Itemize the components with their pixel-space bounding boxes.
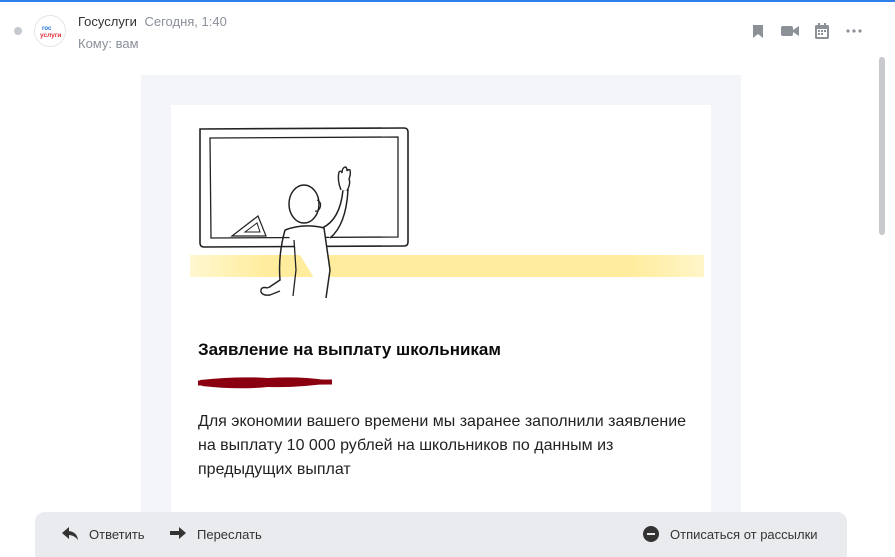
reply-button[interactable]: Ответить: [61, 525, 145, 543]
unread-indicator[interactable]: [14, 27, 22, 35]
forward-button[interactable]: Переслать: [169, 525, 262, 543]
reply-icon: [61, 525, 79, 543]
recipient-line: Кому: вам: [78, 36, 139, 51]
email-title: Заявление на выплату школьникам: [198, 340, 501, 359]
message-header: гос услуги Госуслуги Сегодня, 1:40 Кому:…: [0, 2, 895, 62]
redacted-recipient-name: [197, 374, 333, 392]
unsubscribe-label: Отписаться от рассылки: [670, 526, 818, 542]
forward-label: Переслать: [197, 526, 262, 542]
video-icon[interactable]: [781, 22, 799, 40]
sender-line: Госуслуги Сегодня, 1:40: [78, 14, 227, 29]
scrollbar-thumb[interactable]: [879, 57, 885, 235]
bookmark-icon[interactable]: [749, 22, 767, 40]
schoolboy-illustration: [190, 120, 706, 305]
unsubscribe-icon: [642, 525, 660, 543]
unsubscribe-button[interactable]: Отписаться от рассылки: [642, 525, 818, 543]
calendar-icon[interactable]: [813, 22, 831, 40]
reply-label: Ответить: [89, 526, 145, 542]
forward-icon: [169, 525, 187, 543]
sender-name[interactable]: Госуслуги: [78, 14, 137, 29]
sender-avatar: гос услуги: [34, 15, 66, 47]
header-actions: [749, 22, 863, 40]
message-date: Сегодня, 1:40: [144, 14, 227, 29]
reply-bar: Ответить Переслать Отписаться от рассылк…: [35, 512, 847, 557]
email-body-text: Для экономии вашего времени мы заранее з…: [198, 413, 687, 478]
more-icon[interactable]: [845, 22, 863, 40]
avatar-text-bottom: услуги: [40, 32, 61, 39]
